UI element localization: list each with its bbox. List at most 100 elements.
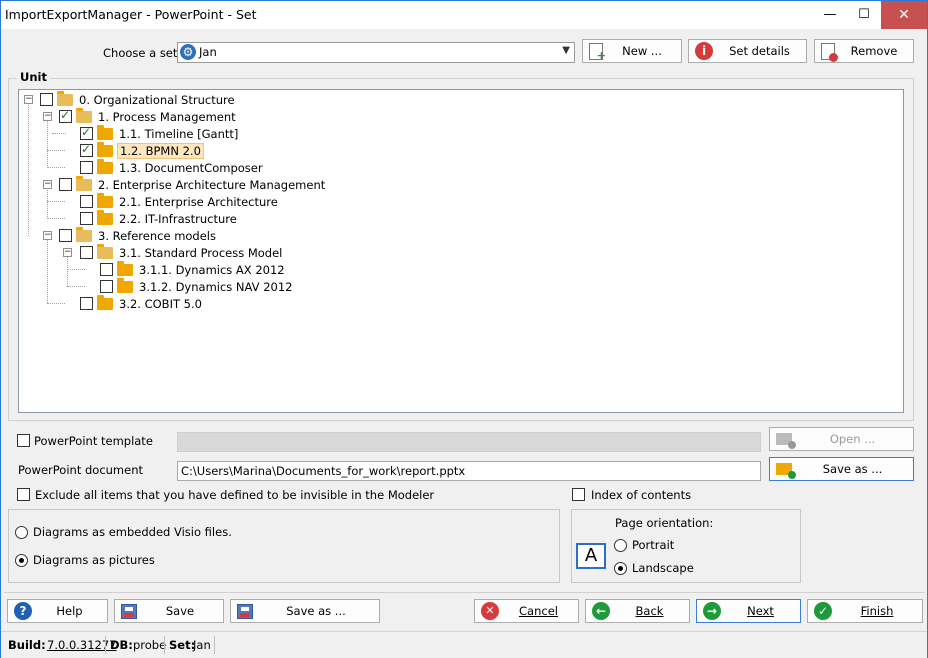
tree-connector: [52, 133, 66, 134]
set-combo-value: Jan: [199, 45, 217, 59]
tree-node-checkbox[interactable]: [80, 142, 93, 157]
document-path-input[interactable]: C:\Users\Marina\Documents_for_work\repor…: [177, 461, 761, 481]
tree-node-label: 3. Reference models: [98, 228, 216, 243]
db-value: probe: [133, 638, 167, 652]
chevron-down-icon[interactable]: ▼: [562, 45, 570, 56]
tree-node[interactable]: 3.1.1. Dynamics AX 2012: [100, 260, 287, 278]
tree-node-checkbox[interactable]: [100, 263, 113, 276]
tree-node-checkbox[interactable]: [59, 229, 72, 242]
index-contents-checkbox[interactable]: [572, 488, 585, 501]
tree-node[interactable]: 2.1. Enterprise Architecture: [80, 192, 280, 210]
diagrams-pictures-radio[interactable]: [15, 554, 28, 567]
new-set-button[interactable]: + New ...: [582, 39, 682, 63]
build-label: Build:: [8, 638, 46, 652]
save-button[interactable]: Save: [114, 599, 224, 623]
back-button[interactable]: ← Back: [585, 599, 690, 623]
tree-connector: [47, 167, 65, 168]
tree-node[interactable]: 1.2. BPMN 2.0: [80, 141, 204, 159]
tree-node-checkbox[interactable]: [40, 93, 53, 106]
tree-node-checkbox[interactable]: [80, 297, 93, 310]
template-checkbox[interactable]: [17, 434, 30, 447]
tree-node-label: 2. Enterprise Architecture Management: [98, 177, 326, 192]
tree-node[interactable]: 1. Process Management: [59, 107, 238, 125]
tree-connector: [47, 303, 65, 304]
exclude-invisible-checkbox[interactable]: [17, 488, 30, 501]
tree-node[interactable]: 2. Enterprise Architecture Management: [59, 175, 327, 193]
tree-node-checkbox[interactable]: [100, 280, 113, 293]
folder-icon: [97, 141, 113, 157]
tree-node-label: 3.1.2. Dynamics NAV 2012: [139, 279, 293, 294]
cancel-button[interactable]: ✕ Cancel: [474, 599, 579, 623]
tree-node-label: 1.2. BPMN 2.0: [117, 142, 204, 159]
folder-icon: [97, 158, 113, 174]
tree-node-checkbox[interactable]: [80, 246, 93, 259]
tree-node[interactable]: 3. Reference models: [59, 226, 218, 244]
diagrams-pictures-label: Diagrams as pictures: [33, 553, 155, 567]
maximize-button[interactable]: ☐: [847, 1, 881, 29]
title-bar: ImportExportManager - PowerPoint - Set —…: [1, 1, 927, 29]
help-icon: ?: [14, 602, 32, 620]
tree-node[interactable]: 0. Organizational Structure: [40, 90, 237, 108]
folder-icon: [97, 294, 113, 310]
help-button[interactable]: ? Help: [7, 599, 108, 623]
db-label: DB:: [110, 638, 133, 652]
save-as-icon: [237, 603, 253, 619]
tree-node[interactable]: 1.1. Timeline [Gantt]: [80, 124, 240, 142]
tree-expander-icon[interactable]: −: [24, 95, 33, 104]
tree-node[interactable]: 3.1. Standard Process Model: [80, 243, 284, 261]
tree-node[interactable]: 2.2. IT-Infrastructure: [80, 209, 239, 227]
tree-connector: [47, 201, 65, 202]
tree-connector: [47, 188, 48, 219]
diagrams-visio-radio[interactable]: [15, 526, 28, 539]
page-orientation-icon: A: [576, 543, 606, 569]
close-button[interactable]: ✕: [881, 1, 927, 29]
tree-node-checkbox[interactable]: [80, 161, 93, 174]
tree-node-checkbox[interactable]: [59, 178, 72, 191]
unit-tree[interactable]: − − − − − 0. Organizational Structure 1.…: [18, 89, 904, 413]
new-set-label: New ...: [622, 44, 662, 58]
tree-node-checkbox[interactable]: [80, 212, 93, 225]
help-label: Help: [56, 604, 83, 618]
cancel-icon: ✕: [481, 602, 499, 620]
landscape-radio[interactable]: [614, 562, 627, 575]
build-value-link[interactable]: 7.0.0.31277: [47, 638, 117, 652]
tree-expander-icon[interactable]: −: [43, 231, 52, 240]
tree-node-checkbox[interactable]: [80, 125, 93, 140]
tree-node[interactable]: 3.1.2. Dynamics NAV 2012: [100, 277, 294, 295]
template-path-input[interactable]: [177, 432, 761, 452]
info-icon: i: [695, 42, 713, 60]
tree-node[interactable]: 1.3. DocumentComposer: [80, 158, 265, 176]
save-as-document-label: Save as ...: [822, 462, 883, 476]
tree-node-label: 1. Process Management: [98, 109, 236, 124]
diagram-format-group: [8, 509, 560, 583]
portrait-radio[interactable]: [614, 539, 627, 552]
open-template-button[interactable]: Open ...: [769, 427, 914, 451]
set-label: Set:: [169, 638, 196, 652]
arrow-right-icon: →: [703, 602, 721, 620]
minimize-button[interactable]: —: [813, 1, 847, 29]
folder-open-icon: [76, 226, 92, 242]
remove-set-button[interactable]: Remove: [814, 39, 914, 63]
folder-open-icon: [76, 175, 92, 191]
tree-node-checkbox[interactable]: [59, 108, 72, 123]
tree-expander-icon[interactable]: −: [43, 112, 52, 121]
tree-expander-icon[interactable]: −: [63, 248, 72, 257]
set-details-button[interactable]: i Set details: [688, 39, 807, 63]
save-as-button[interactable]: Save as ...: [230, 599, 380, 623]
next-button[interactable]: → Next: [696, 599, 801, 623]
set-combo[interactable]: ⚙ Jan ▼: [177, 42, 575, 63]
main-window: ImportExportManager - PowerPoint - Set —…: [0, 0, 928, 658]
save-as-document-button[interactable]: Save as ...: [769, 457, 914, 481]
finish-button[interactable]: ✓ Finish: [807, 599, 923, 623]
tree-node-label: 1.3. DocumentComposer: [119, 160, 263, 175]
choose-set-label: Choose a set: [103, 46, 178, 60]
finish-label: Finish: [860, 604, 894, 618]
tree-node-checkbox[interactable]: [80, 195, 93, 208]
folder-open-icon: [97, 243, 113, 259]
folder-icon: [117, 277, 133, 293]
diagrams-visio-label: Diagrams as embedded Visio files.: [33, 525, 232, 539]
tree-node[interactable]: 3.2. COBIT 5.0: [80, 294, 204, 312]
exclude-invisible-label: Exclude all items that you have defined …: [35, 488, 435, 502]
portrait-label: Portrait: [632, 538, 675, 552]
tree-expander-icon[interactable]: −: [43, 180, 52, 189]
